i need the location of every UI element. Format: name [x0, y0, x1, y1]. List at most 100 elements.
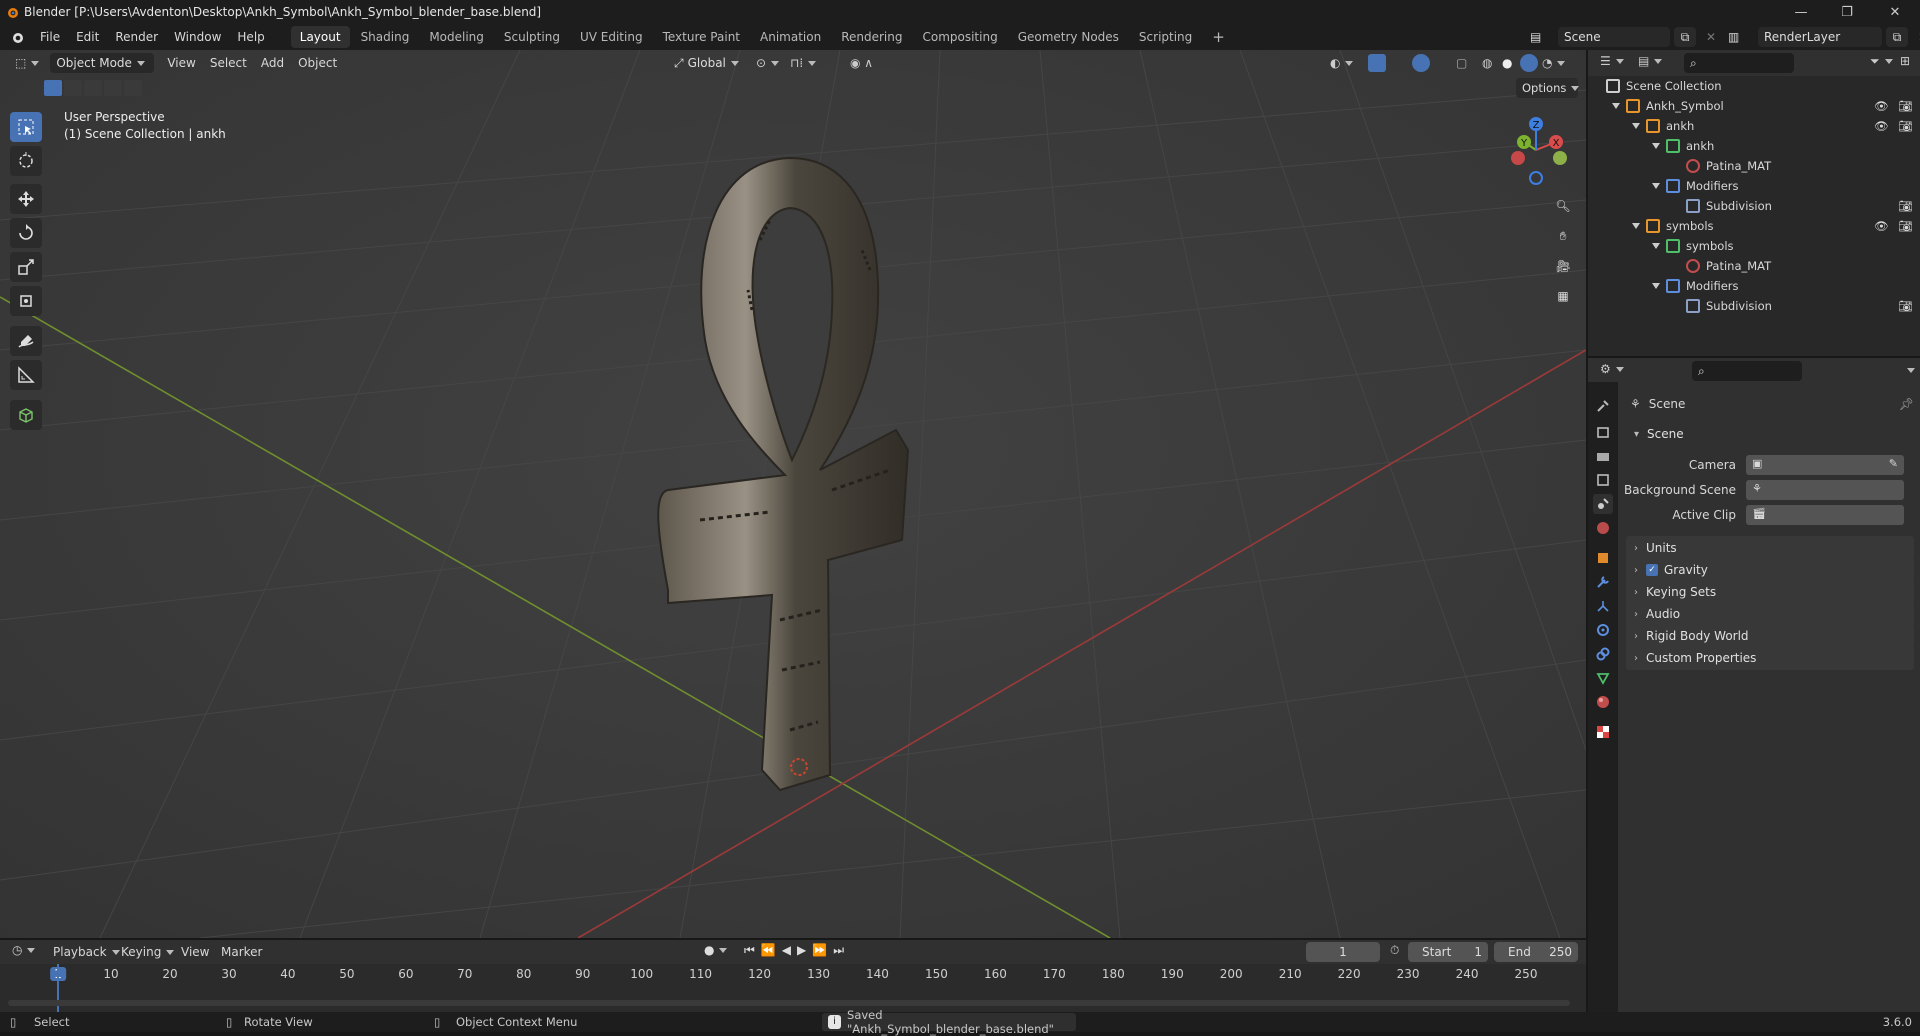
jump-start-icon[interactable]: ⏮	[744, 943, 761, 957]
view-layer-tab-icon[interactable]	[1593, 470, 1613, 490]
timeline-menu-keying[interactable]: Keying	[114, 941, 181, 963]
display-mode-icon[interactable]: ▤	[1638, 54, 1663, 68]
data-tab-icon[interactable]	[1593, 668, 1613, 688]
end-frame-field[interactable]: End 250	[1494, 942, 1578, 962]
object-tab-icon[interactable]	[1593, 548, 1613, 568]
rendered-shading-icon[interactable]: ◔	[1542, 56, 1566, 70]
play-icon[interactable]: ▶	[797, 943, 812, 957]
maximize-icon[interactable]: ❐	[1824, 0, 1870, 24]
new-collection-icon[interactable]: ⊞	[1900, 54, 1910, 68]
viewport-menu-add[interactable]: Add	[254, 52, 291, 74]
menu-window[interactable]: Window	[166, 24, 229, 50]
outliner-row[interactable]: symbols 👁︎ 📷︎	[1588, 216, 1920, 236]
chevron-down-icon[interactable]	[1652, 283, 1660, 289]
section-custom-properties[interactable]: › Custom Properties	[1626, 646, 1914, 670]
outliner-row[interactable]: symbols	[1588, 236, 1920, 256]
physics-tab-icon[interactable]	[1593, 620, 1613, 640]
texture-tab-icon[interactable]	[1593, 722, 1613, 742]
chevron-down-icon[interactable]	[1632, 123, 1640, 129]
remove-view-layer-icon[interactable]: ✕	[1912, 27, 1920, 47]
filter-icon[interactable]: ⏷	[1870, 54, 1893, 69]
zoom-icon[interactable]: 🔍︎	[1549, 192, 1577, 220]
overlay-toggle-icon[interactable]	[1412, 54, 1430, 72]
select-new-icon[interactable]	[44, 80, 62, 96]
tab-animation[interactable]: Animation	[751, 26, 830, 48]
view-layer-selector[interactable]: RenderLayer	[1758, 27, 1882, 47]
start-frame-field[interactable]: Start 1	[1408, 942, 1488, 962]
scene-browse-icon[interactable]: ▤	[1524, 27, 1554, 47]
view-layer-browse-icon[interactable]: ▥	[1722, 27, 1754, 47]
tab-compositing[interactable]: Compositing	[913, 26, 1006, 48]
options-dropdown[interactable]: Options	[1516, 78, 1580, 98]
xray-icon[interactable]: ▢	[1456, 56, 1467, 70]
cursor-icon[interactable]	[10, 146, 42, 176]
material-tab-icon[interactable]	[1593, 692, 1613, 712]
menu-edit[interactable]: Edit	[68, 24, 107, 50]
ortho-grid-icon[interactable]: ▦	[1549, 282, 1577, 310]
next-keyframe-icon[interactable]: ⏩	[812, 943, 833, 957]
outliner-row[interactable]: Subdivision 📷︎	[1588, 196, 1920, 216]
add-cube-icon[interactable]	[10, 400, 42, 430]
menu-help[interactable]: Help	[229, 24, 272, 50]
outliner-editor-type-icon[interactable]: ☰	[1600, 54, 1624, 68]
viewport-menu-object[interactable]: Object	[291, 52, 344, 74]
camera-render-icon[interactable]: 📷︎	[1898, 299, 1913, 313]
select-invert-icon[interactable]	[104, 80, 122, 96]
world-tab-icon[interactable]	[1593, 518, 1613, 538]
select-box-icon[interactable]	[10, 112, 42, 142]
chevron-down-icon[interactable]	[1632, 223, 1640, 229]
outliner-row[interactable]: ankh	[1588, 136, 1920, 156]
camera-view-icon[interactable]: 🎥︎	[1549, 252, 1577, 280]
tab-layout[interactable]: Layout	[290, 26, 350, 48]
timeline-menu-marker[interactable]: Marker	[214, 941, 269, 963]
tab-sculpting[interactable]: Sculpting	[495, 26, 569, 48]
wireframe-shading-icon[interactable]: ◍	[1482, 56, 1492, 70]
material-preview-shading-icon[interactable]	[1520, 54, 1538, 72]
scale-icon[interactable]	[10, 252, 42, 282]
camera-render-icon[interactable]: 📷︎	[1898, 119, 1913, 133]
tab-rendering[interactable]: Rendering	[832, 26, 911, 48]
menu-file[interactable]: File	[32, 24, 68, 50]
visibility-icon[interactable]: ◐	[1330, 56, 1354, 70]
new-view-layer-icon[interactable]: ⧉	[1886, 27, 1908, 47]
chevron-down-icon[interactable]	[1652, 143, 1660, 149]
editor-type-icon[interactable]: ⬚	[8, 52, 46, 74]
render-tab-icon[interactable]	[1593, 422, 1613, 442]
remove-scene-icon[interactable]: ✕	[1700, 27, 1716, 47]
camera-render-icon[interactable]: 📷︎	[1898, 199, 1913, 213]
jump-end-icon[interactable]: ⏭	[833, 943, 850, 957]
properties-search-input[interactable]: ⌕	[1692, 361, 1802, 381]
camera-field[interactable]: ▣ ✎	[1746, 455, 1904, 475]
pin-icon[interactable]: 📌︎	[1899, 397, 1914, 411]
tab-geometry-nodes[interactable]: Geometry Nodes	[1009, 26, 1128, 48]
prev-keyframe-icon[interactable]: ⏪	[761, 943, 782, 957]
gizmo-toggle-icon[interactable]	[1368, 54, 1386, 72]
scene-panel-header[interactable]: ▾ Scene	[1626, 422, 1914, 446]
timeline-ruler[interactable]: 1102030405060708090100110120130140150160…	[0, 964, 1586, 986]
section-gravity[interactable]: › ✓ Gravity	[1626, 558, 1914, 582]
background-scene-field[interactable]: ⚘	[1746, 480, 1904, 500]
auto-keying-icon[interactable]: ●	[704, 943, 728, 957]
timeline-scrollbar[interactable]	[8, 1000, 1570, 1006]
close-icon[interactable]: ✕	[1872, 0, 1918, 24]
tab-modeling[interactable]: Modeling	[420, 26, 493, 48]
add-workspace-button[interactable]: +	[1203, 26, 1234, 48]
outliner-row[interactable]: Scene Collection	[1588, 76, 1920, 96]
viewport-menu-select[interactable]: Select	[203, 52, 254, 74]
timeline-editor-type-icon[interactable]: ◷	[12, 943, 36, 957]
section-rigid-body-world[interactable]: › Rigid Body World	[1626, 624, 1914, 648]
outliner-row[interactable]: Subdivision 📷︎	[1588, 296, 1920, 316]
outliner-row[interactable]: Patina_MAT	[1588, 156, 1920, 176]
play-reverse-icon[interactable]: ◀	[782, 943, 797, 957]
tab-scripting[interactable]: Scripting	[1130, 26, 1201, 48]
new-scene-icon[interactable]: ⧉	[1674, 27, 1696, 47]
rotate-icon[interactable]	[10, 218, 42, 248]
section-audio[interactable]: › Audio	[1626, 602, 1914, 626]
eye-icon[interactable]: 👁︎	[1874, 119, 1889, 133]
tab-texture-paint[interactable]: Texture Paint	[654, 26, 749, 48]
mode-selector[interactable]: Object Mode	[50, 53, 155, 73]
tool-tab-icon[interactable]	[1593, 396, 1613, 416]
clock-icon[interactable]: ⏱	[1390, 943, 1399, 958]
navigation-gizmo[interactable]: X Y Z	[1498, 112, 1574, 188]
particles-tab-icon[interactable]	[1593, 596, 1613, 616]
